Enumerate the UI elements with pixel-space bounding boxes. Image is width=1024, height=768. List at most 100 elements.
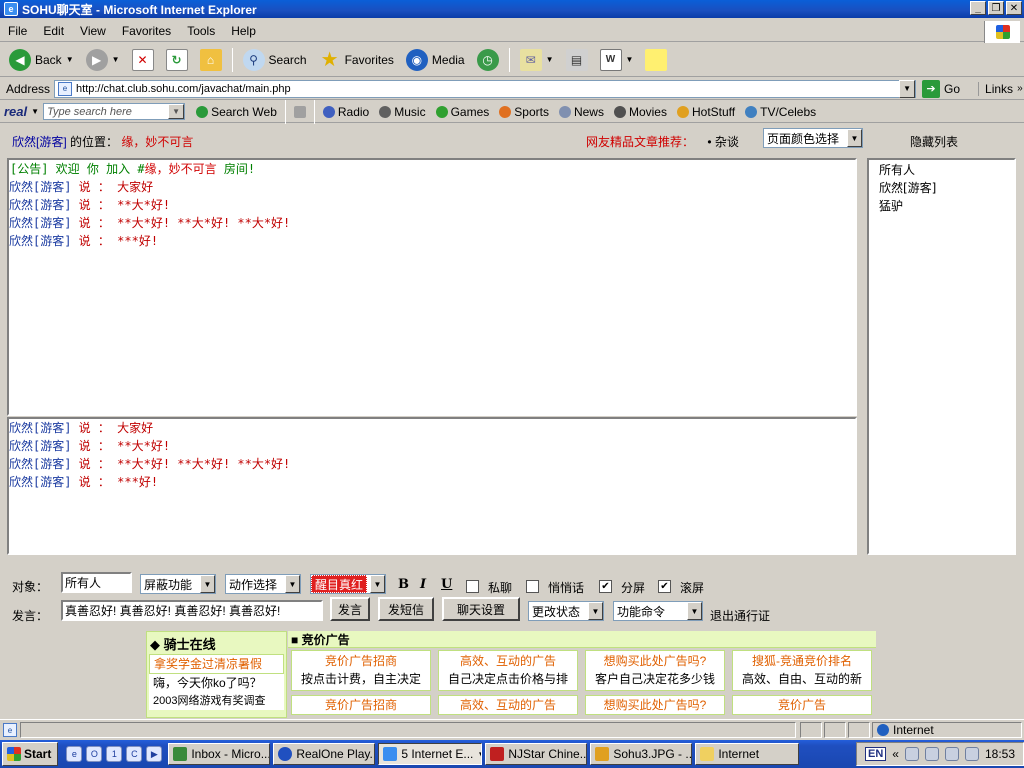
tool-icon[interactable] <box>964 747 979 761</box>
task-sohu-jpg[interactable]: Sohu3.JPG - ... <box>590 743 693 765</box>
italic-button[interactable]: I <box>420 577 426 592</box>
ad-box[interactable]: 想购买此处广告吗? 客户自己决定花多少钱 <box>585 650 725 691</box>
scroll-checkbox[interactable]: ✔ <box>658 580 671 593</box>
ad-box-2[interactable]: 想购买此处广告吗? <box>585 695 725 715</box>
task-internet-folder[interactable]: Internet <box>695 743 800 765</box>
menu-help[interactable]: Help <box>223 24 264 38</box>
real-movies[interactable]: Movies <box>609 105 672 119</box>
color-select[interactable]: 醒目真红 ▼ <box>310 574 386 594</box>
search-button[interactable]: ⚲ Search <box>238 45 312 75</box>
real-news[interactable]: News <box>554 105 609 119</box>
menu-favorites[interactable]: Favorites <box>114 24 179 38</box>
pen-icon[interactable] <box>944 747 959 761</box>
realone-quicklaunch-icon[interactable]: 1 <box>106 746 123 762</box>
block-select[interactable]: 屏蔽功能 ▼ <box>140 574 216 594</box>
underline-button[interactable]: U <box>441 577 452 592</box>
edit-button[interactable]: W ▼ <box>595 45 639 75</box>
sms-button[interactable]: 发短信 <box>378 597 434 621</box>
ad-box-2[interactable]: 高效、互动的广告 <box>438 695 578 715</box>
start-button[interactable]: Start <box>2 742 59 766</box>
close-button[interactable]: ✕ <box>1006 1 1022 15</box>
search-web-button[interactable]: Search Web <box>191 105 282 119</box>
history-button[interactable]: ◷ <box>472 45 504 75</box>
action-select[interactable]: 动作选择 ▼ <box>225 574 301 594</box>
whisper-checkbox[interactable] <box>526 580 539 593</box>
display-icon[interactable] <box>924 747 939 761</box>
menu-tools[interactable]: Tools <box>179 24 223 38</box>
forward-button[interactable]: ▶ ▼ <box>81 45 125 75</box>
task-realone[interactable]: RealOne Play... <box>273 743 376 765</box>
message-sender[interactable]: 欣然[游客] <box>9 216 71 230</box>
private-checkbox[interactable] <box>466 580 479 593</box>
highlight-button[interactable] <box>289 105 311 118</box>
back-button[interactable]: ◀ Back ▼ <box>4 45 79 75</box>
room-name[interactable]: 缘，妙不可言 <box>121 135 193 149</box>
message-sender[interactable]: 欣然[游客] <box>9 234 71 248</box>
mail-button[interactable]: ✉ ▼ <box>515 45 559 75</box>
status-select[interactable]: 更改状态 ▼ <box>528 601 604 621</box>
chat-main-panel[interactable]: [公告] 欢迎 你 加入 #缘，妙不可言 房间! 欣然[游客] 说 ： 大家好 … <box>7 158 857 416</box>
menu-edit[interactable]: Edit <box>35 24 72 38</box>
go-button[interactable]: ➔ Go <box>922 79 960 98</box>
ad-box-2[interactable]: 竞价广告 <box>732 695 872 715</box>
favorites-button[interactable]: ★ Favorites <box>314 45 399 75</box>
menu-file[interactable]: File <box>0 24 35 38</box>
home-button[interactable]: ⌂ <box>195 45 227 75</box>
user-list-item[interactable]: 猛驴 <box>879 197 1014 215</box>
knight-link[interactable]: 嗨，今天你ko了吗？ <box>149 674 284 692</box>
command-select[interactable]: 功能命令 ▼ <box>613 601 703 621</box>
chevron-left-icon[interactable]: « <box>892 747 899 761</box>
address-input[interactable]: e http://chat.club.sohu.com/javachat/mai… <box>54 79 917 98</box>
hide-list-link[interactable]: 隐藏列表 <box>910 133 958 150</box>
network-icon[interactable] <box>904 747 919 761</box>
bold-button[interactable]: B <box>398 577 409 592</box>
message-sender[interactable]: 欣然[游客] <box>9 198 71 212</box>
real-search-input[interactable]: Type search here ▼ <box>43 103 186 120</box>
restore-button[interactable]: ❐ <box>988 1 1004 15</box>
ie-quicklaunch-icon[interactable]: e <box>66 746 83 762</box>
real-logo[interactable]: real <box>4 104 27 119</box>
language-indicator[interactable]: EN <box>865 747 887 761</box>
menu-view[interactable]: View <box>72 24 114 38</box>
user-list-item[interactable]: 欣然[游客] <box>879 179 1014 197</box>
send-button[interactable]: 发言 <box>330 597 370 621</box>
knight-link[interactable]: 2003网络游戏有奖调查 <box>149 692 284 710</box>
message-sender[interactable]: 欣然[游客] <box>9 475 71 489</box>
target-input[interactable]: 所有人 <box>61 572 132 593</box>
chat-settings-button[interactable]: 聊天设置 <box>442 597 520 621</box>
refresh-button[interactable]: ↻ <box>161 45 193 75</box>
media-quicklaunch-icon[interactable]: ▶ <box>146 746 163 762</box>
message-sender[interactable]: 欣然[游客] <box>9 180 71 194</box>
task-inbox[interactable]: Inbox - Micro... <box>168 743 271 765</box>
note-button[interactable] <box>640 45 672 75</box>
knight-link[interactable]: 拿奖学金过清凉暑假 <box>149 654 284 674</box>
real-radio[interactable]: Radio <box>318 105 374 119</box>
links-button[interactable]: Links <box>978 81 1013 96</box>
app-quicklaunch-icon[interactable]: C <box>126 746 143 762</box>
print-button[interactable]: ▤ <box>561 45 593 75</box>
user-list[interactable]: 所有人 欣然[游客] 猛驴 <box>867 158 1016 555</box>
recommend-item[interactable]: • 杂谈 <box>707 135 739 149</box>
real-tv[interactable]: TV/Celebs <box>740 105 821 119</box>
ad-box[interactable]: 高效、互动的广告 自己决定点击价格与排 <box>438 650 578 691</box>
real-sports[interactable]: Sports <box>494 105 554 119</box>
logout-link[interactable]: 退出通行证 <box>710 607 770 624</box>
stop-button[interactable]: ✕ <box>127 45 159 75</box>
message-sender[interactable]: 欣然[游客] <box>9 421 71 435</box>
page-color-select[interactable]: 页面颜色选择 ▼ <box>763 128 863 148</box>
address-dropdown-button[interactable]: ▼ <box>899 79 916 98</box>
outlook-quicklaunch-icon[interactable]: O <box>86 746 103 762</box>
window-titlebar[interactable]: e SOHU聊天室 - Microsoft Internet Explorer … <box>0 0 1024 18</box>
split-checkbox[interactable]: ✔ <box>599 580 612 593</box>
task-internet-explorer[interactable]: 5 Internet E...▼ <box>378 743 483 765</box>
minimize-button[interactable]: _ <box>970 1 986 15</box>
real-games[interactable]: Games <box>431 105 495 119</box>
user-list-item[interactable]: 所有人 <box>879 161 1014 179</box>
speak-input[interactable]: 真善忍好! 真善忍好! 真善忍好! 真善忍好! <box>61 600 323 621</box>
message-sender[interactable]: 欣然[游客] <box>9 457 71 471</box>
clock[interactable]: 18:53 <box>985 747 1015 761</box>
ad-box[interactable]: 竞价广告招商 按点击计费，自主决定 <box>291 650 431 691</box>
ad-box-2[interactable]: 竞价广告招商 <box>291 695 431 715</box>
real-music[interactable]: Music <box>374 105 430 119</box>
message-sender[interactable]: 欣然[游客] <box>9 439 71 453</box>
